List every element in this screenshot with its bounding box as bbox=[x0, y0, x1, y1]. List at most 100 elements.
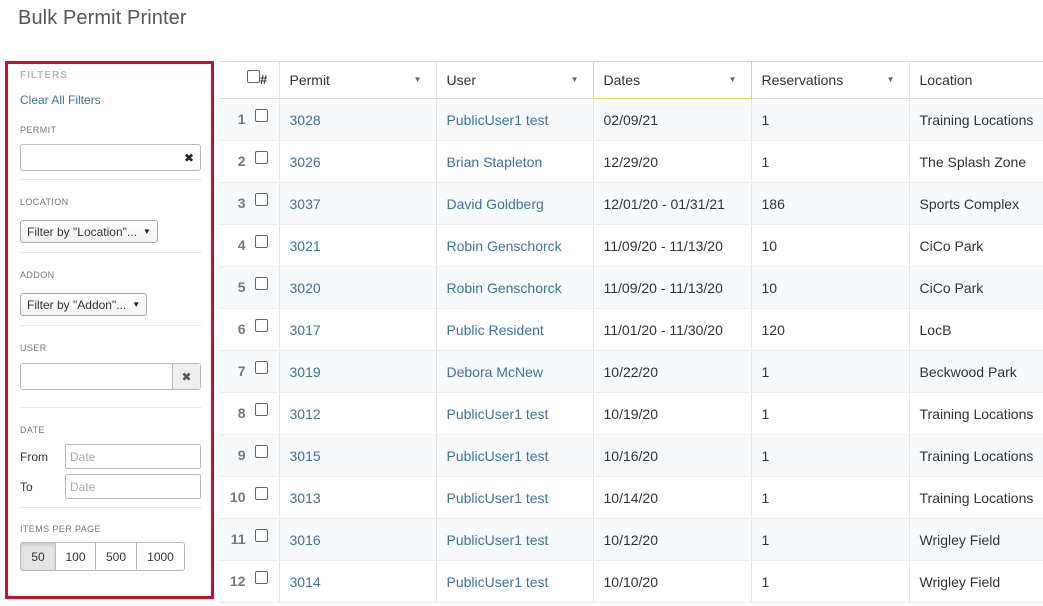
location-cell: Wrigley Field bbox=[908, 560, 1043, 603]
reservations-cell: 10 bbox=[750, 224, 909, 267]
permit-link[interactable]: 3017 bbox=[278, 308, 436, 351]
user-link[interactable]: PublicUser1 test bbox=[435, 392, 593, 435]
table-row[interactable]: 3 3037 David Goldberg 12/01/20 - 01/31/21 18… bbox=[219, 182, 1043, 225]
table-row[interactable]: 2 3026 Brian Stapleton 12/29/20 1 The Splash … bbox=[219, 140, 1043, 183]
permit-link[interactable]: 3016 bbox=[278, 518, 436, 561]
permit-link[interactable]: 3019 bbox=[278, 350, 436, 393]
location-select[interactable]: Filter by "Location"... ▼ bbox=[20, 220, 158, 243]
date-to-input[interactable]: Date bbox=[65, 474, 201, 499]
column-header-label: Dates bbox=[603, 72, 641, 88]
clear-all-filters-link[interactable]: Clear All Filters bbox=[20, 93, 201, 107]
row-select-cell: 12 bbox=[219, 560, 279, 603]
table-row[interactable]: 6 3017 Public Resident 11/01/20 - 11/30/20 1… bbox=[219, 308, 1043, 351]
user-link[interactable]: David Goldberg bbox=[435, 182, 593, 225]
permit-link[interactable]: 3021 bbox=[278, 224, 436, 267]
row-select-cell: 1 bbox=[219, 98, 279, 141]
user-input[interactable]: ✖ bbox=[20, 363, 201, 390]
table-row[interactable]: 9 3015 PublicUser1 test 10/16/20 1 Training L… bbox=[219, 434, 1043, 477]
to-label: To bbox=[20, 479, 33, 494]
user-link[interactable]: PublicUser1 test bbox=[435, 434, 593, 477]
row-checkbox[interactable] bbox=[254, 445, 268, 458]
location-cell: Wrigley Field bbox=[908, 518, 1043, 561]
row-select-cell: 7 bbox=[219, 350, 279, 393]
location-cell: LocB bbox=[908, 308, 1043, 351]
row-number: 11 bbox=[230, 531, 246, 547]
permit-link[interactable]: 3014 bbox=[278, 560, 436, 603]
row-number: 12 bbox=[229, 573, 246, 589]
sort-caret-icon[interactable]: ▼ bbox=[414, 75, 422, 84]
row-checkbox[interactable] bbox=[254, 319, 268, 332]
permit-link[interactable]: 3015 bbox=[278, 434, 436, 477]
table-row[interactable]: 4 3021 Robin Genschorck 11/09/20 - 11/13/20… bbox=[219, 224, 1043, 267]
row-select-cell: 2 bbox=[219, 140, 279, 183]
row-checkbox[interactable] bbox=[254, 109, 268, 122]
dates-cell: 10/14/20 bbox=[592, 476, 751, 519]
column-header-location[interactable]: Location bbox=[908, 61, 1043, 99]
clear-permit-icon[interactable]: ✖ bbox=[184, 151, 194, 165]
row-checkbox[interactable] bbox=[254, 403, 268, 416]
location-cell: The Splash Zone bbox=[908, 140, 1043, 183]
permit-link[interactable]: 3020 bbox=[278, 266, 436, 309]
items-per-page-50-button[interactable]: 50 bbox=[20, 542, 56, 571]
permit-link[interactable]: 3012 bbox=[278, 392, 436, 435]
column-header-reservations[interactable]: Reservations ▼ bbox=[750, 61, 909, 99]
user-link[interactable]: PublicUser1 test bbox=[435, 98, 593, 141]
date-from-input[interactable]: Date bbox=[65, 444, 201, 469]
row-select-cell: 11 bbox=[219, 518, 279, 561]
divider bbox=[20, 507, 201, 508]
user-link[interactable]: PublicUser1 test bbox=[435, 518, 593, 561]
user-link[interactable]: Robin Genschorck bbox=[435, 266, 593, 309]
table-row[interactable]: 12 3014 PublicUser1 test 10/10/20 1 Wrigley F… bbox=[219, 560, 1043, 603]
row-checkbox[interactable] bbox=[254, 361, 268, 374]
row-checkbox[interactable] bbox=[254, 277, 268, 290]
items-per-page-group: 50 100 500 1000 bbox=[20, 542, 201, 571]
permit-link[interactable]: 3037 bbox=[278, 182, 436, 225]
row-checkbox[interactable] bbox=[254, 235, 268, 248]
location-cell: CiCo Park bbox=[908, 266, 1043, 309]
permit-link[interactable]: 3026 bbox=[278, 140, 436, 183]
sort-caret-icon[interactable]: ▼ bbox=[571, 75, 579, 84]
clear-user-button[interactable]: ✖ bbox=[172, 364, 200, 389]
user-link[interactable]: Debora McNew bbox=[435, 350, 593, 393]
items-per-page-500-button[interactable]: 500 bbox=[95, 542, 137, 571]
column-header-permit[interactable]: Permit ▼ bbox=[278, 61, 436, 99]
chevron-down-icon: ▼ bbox=[142, 227, 151, 236]
items-per-page-label: ITEMS PER PAGE bbox=[20, 524, 101, 534]
permit-input[interactable]: ✖ bbox=[20, 144, 201, 171]
row-number: 3 bbox=[237, 195, 246, 211]
row-number: 4 bbox=[237, 237, 246, 253]
row-checkbox[interactable] bbox=[254, 193, 268, 206]
row-number: 2 bbox=[237, 153, 246, 169]
sort-caret-icon[interactable]: ▼ bbox=[887, 75, 895, 84]
select-all-checkbox[interactable] bbox=[247, 70, 260, 83]
addon-select[interactable]: Filter by "Addon"... ▼ bbox=[20, 293, 148, 316]
items-per-page-1000-button[interactable]: 1000 bbox=[136, 542, 185, 571]
user-link[interactable]: Brian Stapleton bbox=[435, 140, 593, 183]
user-link[interactable]: Robin Genschorck bbox=[435, 224, 593, 267]
column-header-user[interactable]: User ▼ bbox=[435, 61, 593, 99]
location-cell: Training Locations bbox=[908, 392, 1043, 435]
table-row[interactable]: 1 3028 PublicUser1 test 02/09/21 1 Training L… bbox=[219, 98, 1043, 141]
user-link[interactable]: PublicUser1 test bbox=[435, 560, 593, 603]
row-checkbox[interactable] bbox=[254, 571, 268, 584]
items-per-page-100-button[interactable]: 100 bbox=[55, 542, 96, 571]
row-checkbox[interactable] bbox=[254, 487, 268, 500]
table-row[interactable]: 5 3020 Robin Genschorck 11/09/20 - 11/13/20… bbox=[219, 266, 1043, 309]
permits-table: # Permit ▼ User ▼ Dates ▼ Reservations ▼… bbox=[219, 61, 1043, 603]
permit-link[interactable]: 3028 bbox=[278, 98, 436, 141]
column-header-dates[interactable]: Dates ▼ bbox=[592, 61, 752, 99]
user-link[interactable]: PublicUser1 test bbox=[435, 476, 593, 519]
row-number-header: # bbox=[260, 72, 268, 87]
sort-caret-icon[interactable]: ▼ bbox=[729, 75, 737, 84]
table-row[interactable]: 11 3016 PublicUser1 test 10/12/20 1 Wrigley F… bbox=[219, 518, 1043, 561]
location-label: LOCATION bbox=[20, 197, 69, 207]
permit-link[interactable]: 3013 bbox=[278, 476, 436, 519]
user-link[interactable]: Public Resident bbox=[435, 308, 593, 351]
row-checkbox[interactable] bbox=[254, 529, 268, 542]
table-row[interactable]: 8 3012 PublicUser1 test 10/19/20 1 Training L… bbox=[219, 392, 1043, 435]
row-checkbox[interactable] bbox=[254, 151, 268, 164]
table-row[interactable]: 7 3019 Debora McNew 10/22/20 1 Beckwood Park bbox=[219, 350, 1043, 393]
dates-cell: 11/09/20 - 11/13/20 bbox=[592, 266, 751, 309]
table-row[interactable]: 10 3013 PublicUser1 test 10/14/20 1 Training … bbox=[219, 476, 1043, 519]
column-header-label: User bbox=[446, 72, 477, 88]
